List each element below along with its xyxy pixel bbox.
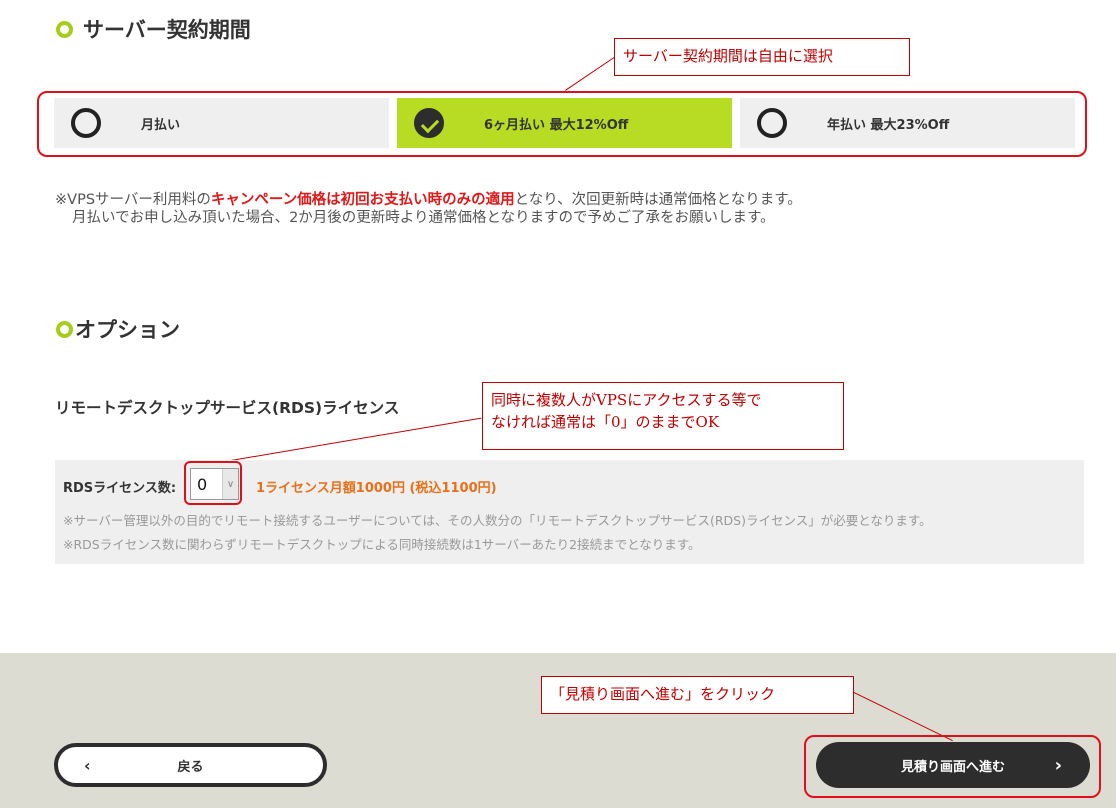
chevron-left-icon: ‹ bbox=[84, 755, 91, 775]
radio-unchecked-icon bbox=[71, 108, 101, 138]
next-button-label: 見積り画面へ進む bbox=[900, 759, 1005, 775]
pricing-note: ※VPSサーバー利用料のキャンペーン価格は初回お支払い時のみの適用となり、次回更… bbox=[55, 191, 802, 227]
callout-leader-line bbox=[565, 56, 616, 91]
rds-note-2: ※RDSライセンス数に関わらずリモートデスクトップによる同時接続数は1サーバーあ… bbox=[63, 537, 701, 552]
radio-unchecked-icon bbox=[757, 108, 787, 138]
plan-label: 6ヶ月払い 最大12%Off bbox=[484, 117, 629, 133]
pricing-note-line2: 月払いでお申し込み頂いた場合、2か月後の更新時より通常価格となりますので予めご了… bbox=[72, 210, 775, 226]
next-callout: 「見積り画面へ進む」をクリック bbox=[541, 676, 854, 714]
plan-option-yearly[interactable]: 年払い 最大23%Off bbox=[740, 98, 1075, 148]
rds-heading: リモートデスクトップサービス(RDS)ライセンス bbox=[55, 399, 400, 417]
option-title-text: オプション bbox=[75, 318, 180, 342]
circle-bullet-icon bbox=[56, 320, 73, 338]
contract-title-text: サーバー契約期間 bbox=[83, 18, 251, 42]
option-section-title: オプション bbox=[56, 314, 180, 344]
rds-note-1: ※サーバー管理以外の目的でリモート接続するユーザーについては、その人数分の「リモ… bbox=[63, 513, 932, 528]
back-button-label: 戻る bbox=[177, 759, 204, 775]
rds-license-label: RDSライセンス数: bbox=[63, 481, 177, 496]
rds-callout: 同時に複数人がVPSにアクセスする等で なければ通常は「0」のままでOK bbox=[482, 382, 844, 450]
plan-option-6months[interactable]: 6ヶ月払い 最大12%Off bbox=[397, 98, 732, 148]
radio-checked-icon bbox=[414, 108, 444, 138]
next-to-estimate-button[interactable]: 見積り画面へ進む › bbox=[816, 742, 1090, 788]
plan-label: 月払い bbox=[141, 117, 181, 133]
chevron-right-icon: › bbox=[1054, 754, 1062, 776]
circle-bullet-icon bbox=[56, 20, 73, 38]
pricing-note-highlight: キャンペーン価格は初回お支払い時のみの適用 bbox=[210, 192, 515, 208]
contract-callout: サーバー契約期間は自由に選択 bbox=[614, 38, 910, 76]
pricing-note-line1: ※VPSサーバー利用料のキャンペーン価格は初回お支払い時のみの適用となり、次回更… bbox=[55, 192, 802, 208]
plan-option-monthly[interactable]: 月払い bbox=[54, 98, 389, 148]
contract-section-title: サーバー契約期間 bbox=[56, 14, 251, 44]
rds-price-text: 1ライセンス月額1000円 (税込1100円) bbox=[256, 481, 497, 496]
rds-select-highlight-outline bbox=[184, 461, 242, 505]
back-button[interactable]: ‹ 戻る bbox=[54, 743, 327, 787]
callout-leader-line bbox=[213, 417, 482, 464]
plan-label: 年払い 最大23%Off bbox=[827, 117, 950, 133]
